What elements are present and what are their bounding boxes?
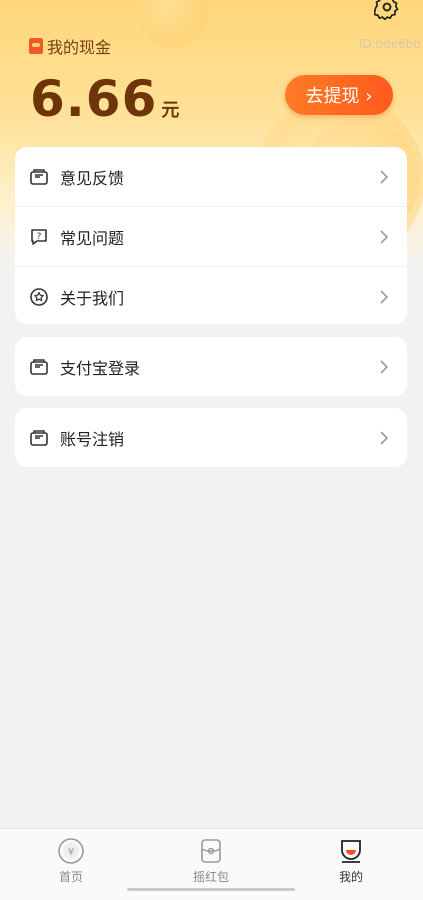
menu-item-label: 支付宝登录 (60, 358, 141, 378)
red-packet-icon (201, 839, 221, 863)
menu-item-label: 常见问题 (60, 228, 125, 248)
withdraw-button[interactable]: 去提现 › (285, 75, 393, 115)
chevron-right-icon (380, 430, 389, 445)
menu-card-account: 账号注销 (15, 408, 407, 467)
menu-card-general: 意见反馈 ? 常见问题 关于我们 (15, 147, 407, 324)
home-indicator (127, 888, 295, 891)
chevron-right-icon (380, 289, 389, 304)
coin-decoration (138, 0, 208, 48)
cash-title: 我的现金 (29, 34, 111, 58)
cash-amount: 6.66 (30, 70, 158, 128)
cash-unit: 元 (161, 100, 180, 121)
menu-item-about[interactable]: 关于我们 (15, 266, 407, 326)
star-badge-icon (30, 287, 48, 306)
menu-item-label: 账号注销 (60, 429, 125, 449)
yuan-coin-icon: ¥ (58, 838, 84, 864)
question-chat-icon: ? (31, 228, 47, 245)
profile-smile-icon (341, 840, 361, 863)
tab-label: 我的 (338, 870, 363, 884)
menu-item-faq[interactable]: ? 常见问题 (15, 206, 407, 266)
settings-gear-icon[interactable] (374, 0, 400, 20)
tab-home[interactable]: ¥ 首页 (11, 829, 131, 889)
menu-item-label: 关于我们 (60, 288, 125, 308)
user-id: ID:bde6bb (358, 37, 421, 51)
menu-item-alipay-login[interactable]: 支付宝登录 (15, 337, 407, 396)
chevron-right-icon (380, 229, 389, 244)
chevron-right-icon (380, 359, 389, 374)
feedback-envelope-icon (30, 168, 48, 185)
chevron-right-icon (380, 169, 389, 184)
tab-mine[interactable]: 我的 (291, 829, 411, 889)
menu-item-label: 意见反馈 (60, 168, 125, 188)
menu-item-delete-account[interactable]: 账号注销 (15, 408, 407, 467)
tab-label: 摇红包 (192, 870, 229, 884)
envelope-icon (30, 358, 48, 375)
cash-title-label: 我的现金 (47, 38, 112, 57)
svg-text:¥: ¥ (68, 847, 74, 858)
tab-shake-red-packet[interactable]: 摇红包 (151, 829, 271, 889)
svg-text:?: ? (37, 232, 42, 242)
red-packet-icon (29, 38, 43, 54)
menu-item-feedback[interactable]: 意见反馈 (15, 147, 407, 206)
tab-label: 首页 (58, 870, 83, 884)
cash-balance: 6.66 元 (30, 70, 179, 128)
envelope-icon (30, 429, 48, 446)
menu-card-alipay: 支付宝登录 (15, 337, 407, 396)
